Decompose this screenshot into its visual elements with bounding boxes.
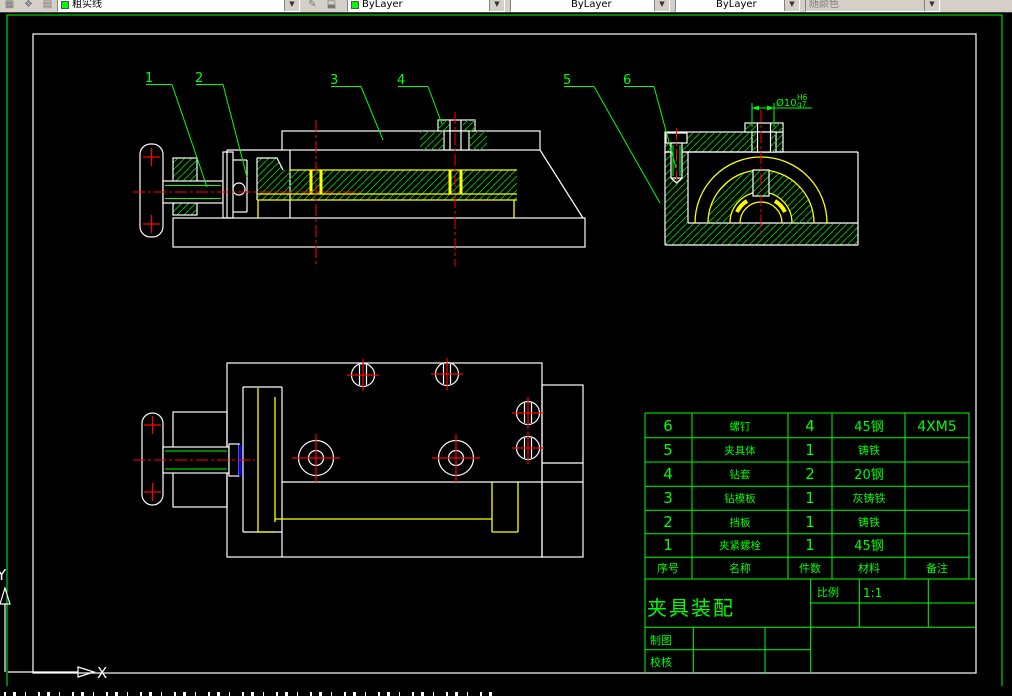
bom-row: 5 夹具体 1 铸铁: [663, 441, 880, 459]
svg-text:序号: 序号: [657, 561, 679, 575]
chevron-down-icon[interactable]: ▼: [654, 0, 669, 11]
bushing-plan: [292, 434, 340, 482]
ucs-x-label: X: [97, 664, 107, 682]
plan-view: [133, 358, 584, 558]
svg-text:挡板: 挡板: [730, 516, 751, 529]
svg-text:钻模板: 钻模板: [724, 492, 756, 505]
svg-text:45钢: 45钢: [854, 539, 884, 554]
front-section-view: [133, 112, 586, 266]
svg-text:4: 4: [805, 417, 815, 435]
chevron-down-icon[interactable]: ▼: [489, 0, 504, 11]
bom-header-row: 序号 名称 件数 材料 备注: [657, 561, 948, 575]
fixture-base-front: [172, 217, 586, 248]
svg-text:灰铸铁: 灰铸铁: [853, 491, 886, 505]
drill-plate-front: [281, 130, 541, 151]
baffle-plate-front: [222, 151, 234, 219]
linetype-dropdown[interactable]: ByLayer ▼: [510, 0, 670, 12]
clipped-command-text: [4, 692, 494, 696]
callout-5: 5: [563, 73, 571, 88]
color-value: ByLayer: [362, 0, 403, 10]
top-toolbar: ▦ ❖ ▤ 粗实线 ▼ ✎ ⬓ ByLayer ▼ ByLayer ▼ ByLa…: [0, 0, 1012, 13]
svg-text:6: 6: [663, 417, 673, 435]
svg-text:20钢: 20钢: [854, 468, 884, 483]
svg-text:备注: 备注: [926, 561, 948, 575]
ucs-y-label: Y: [0, 566, 7, 584]
drawing-title: 夹具装配: [647, 596, 735, 620]
svg-text:1: 1: [805, 536, 815, 554]
cad-drawing-canvas[interactable]: 1 2 3 4 5 6 Ø10 H6 g7 6 螺钉 4 45钢 4XM5 5 …: [0, 13, 1012, 686]
svg-text:材料: 材料: [858, 561, 880, 575]
svg-text:螺钉: 螺钉: [730, 421, 751, 433]
screw-head-plan: [512, 397, 544, 429]
layer-states-icon[interactable]: ❖: [21, 0, 36, 12]
dim-text: Ø10: [776, 97, 797, 109]
color-dropdown[interactable]: ByLayer ▼: [347, 0, 505, 12]
plotstyle-value: 随颜色: [809, 0, 839, 10]
side-section-view: [664, 110, 859, 246]
lineweight-value: ByLayer: [716, 0, 757, 10]
svg-text:5: 5: [663, 441, 673, 459]
title-block: 夹具装配 比例 1:1 制图 校核: [645, 578, 976, 673]
svg-text:名称: 名称: [729, 561, 751, 575]
bom-row: 3 钻模板 1 灰铸铁: [663, 489, 885, 507]
svg-text:钻套: 钻套: [730, 468, 751, 481]
fixture-body-plan: [226, 362, 543, 558]
scale-label: 比例: [817, 585, 839, 599]
callout-1: 1: [145, 71, 153, 86]
svg-text:1: 1: [663, 536, 673, 554]
callout-4: 4: [397, 73, 405, 88]
command-line-bar[interactable]: [0, 686, 1012, 696]
drawn-by-label: 制图: [650, 634, 672, 647]
scale-value: 1:1: [863, 586, 882, 600]
callout-2: 2: [195, 71, 203, 86]
svg-text:4XM5: 4XM5: [917, 419, 956, 435]
svg-text:2: 2: [663, 513, 673, 531]
screw-head-plan: [512, 432, 544, 464]
lineweight-dropdown[interactable]: ByLayer ▼: [675, 0, 800, 12]
screw-head-plan: [347, 359, 379, 391]
layer-manager-icon[interactable]: ▦: [2, 0, 17, 12]
svg-text:1: 1: [805, 489, 815, 507]
svg-text:2: 2: [805, 465, 815, 483]
chevron-down-icon[interactable]: ▼: [784, 0, 799, 11]
plotstyle-dropdown: 随颜色 ▼: [805, 0, 940, 12]
layer-previous-icon[interactable]: ⬓: [324, 0, 339, 12]
svg-text:件数: 件数: [799, 562, 821, 575]
callout-6: 6: [623, 73, 631, 88]
svg-text:45钢: 45钢: [854, 420, 884, 435]
layer-list-icon[interactable]: ▤: [40, 0, 55, 12]
svg-text:3: 3: [663, 489, 673, 507]
dim-fit-lower: g7: [797, 100, 807, 109]
sheet-borders: [6, 14, 1003, 686]
bom-row: 6 螺钉 4 45钢 4XM5: [663, 417, 957, 435]
make-layer-current-icon[interactable]: ✎: [305, 0, 320, 12]
bom-row: 2 挡板 1 铸铁: [663, 513, 880, 531]
chevron-down-icon[interactable]: ▼: [284, 0, 299, 11]
svg-text:铸铁: 铸铁: [858, 515, 880, 529]
layer-dropdown[interactable]: 粗实线 ▼: [57, 0, 300, 12]
svg-text:夹紧螺栓: 夹紧螺栓: [719, 539, 761, 552]
bushing-plan: [432, 434, 480, 482]
callout-3: 3: [330, 73, 338, 88]
linetype-value: ByLayer: [571, 0, 612, 10]
bom-row: 1 夹紧螺栓 1 45钢: [663, 536, 884, 554]
svg-text:1: 1: [805, 441, 815, 459]
layer-color-swatch: [61, 1, 69, 9]
svg-text:夹具体: 夹具体: [724, 444, 756, 457]
chevron-down-icon: ▼: [924, 0, 939, 11]
checked-by-label: 校核: [650, 655, 672, 669]
color-swatch: [351, 1, 359, 9]
layer-name: 粗实线: [72, 0, 102, 10]
bom-row: 4 钻套 2 20钢: [663, 465, 884, 483]
svg-text:4: 4: [663, 465, 673, 483]
ucs-icon: X Y: [0, 566, 107, 682]
svg-text:1: 1: [805, 513, 815, 531]
svg-text:铸铁: 铸铁: [858, 443, 880, 457]
